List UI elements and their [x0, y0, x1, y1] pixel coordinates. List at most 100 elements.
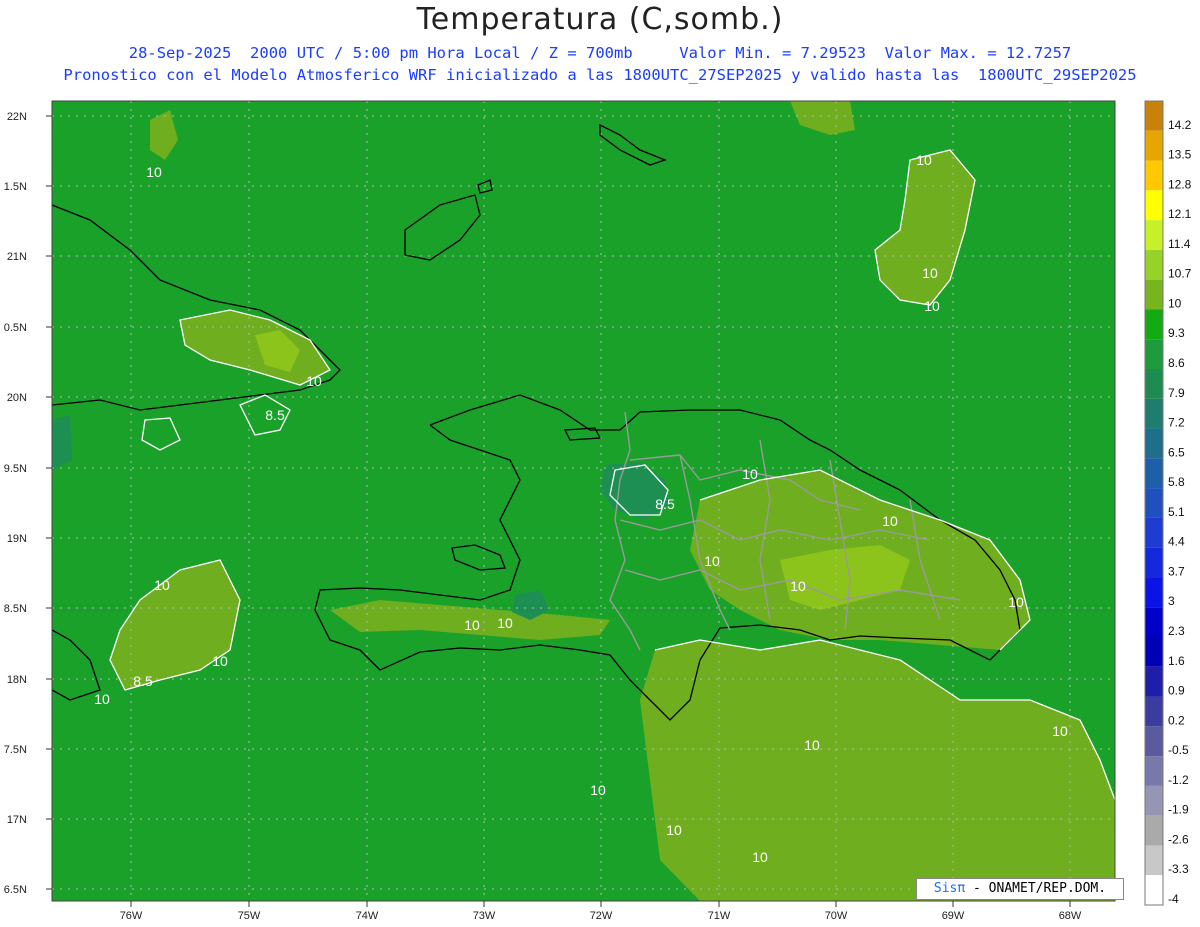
lon-label: 72W — [590, 910, 613, 922]
colorbar-swatch — [1145, 815, 1163, 846]
lon-label: 68W — [1059, 910, 1082, 922]
latitude-axis: 22N 1.5N 21N 0.5N 20N 9.5N 19N 8.5N 18N 7.5N 17N 6.… — [4, 111, 52, 896]
colorbar-label: 11.4 — [1168, 237, 1191, 251]
lat-label: 18N — [7, 674, 27, 686]
colorbar-label: 2.3 — [1168, 624, 1185, 638]
lon-label: 71W — [708, 910, 731, 922]
colorbar-label: 13.5 — [1168, 148, 1192, 162]
colorbar-label: 6.5 — [1168, 445, 1185, 459]
longitude-axis: 76W 75W 74W 73W 72W 71W 70W 69W 68W — [120, 901, 1082, 922]
lon-label: 73W — [473, 910, 496, 922]
lat-label: 22N — [7, 111, 27, 123]
colorbar-label: 7.2 — [1168, 416, 1185, 430]
contour-label: 10 — [882, 513, 898, 529]
colorbar-swatch — [1145, 249, 1163, 280]
colorbar-swatch — [1145, 130, 1163, 161]
lat-label: 19N — [7, 533, 27, 545]
credit-text: - ONAMET/REP.DOM. — [965, 881, 1107, 896]
contour-label: 10 — [666, 822, 682, 838]
contour-label: 10 — [464, 617, 480, 633]
colorbar-label: -2.6 — [1168, 832, 1189, 846]
colorbar-swatch — [1145, 398, 1163, 429]
lon-label: 74W — [356, 910, 379, 922]
contour-label: 10 — [306, 373, 322, 389]
colorbar-swatch — [1145, 339, 1163, 369]
colorbar-label: -1.2 — [1168, 773, 1189, 787]
colorbar-swatch — [1145, 279, 1163, 310]
lon-label: 69W — [942, 910, 965, 922]
lat-label: 20N — [7, 392, 27, 404]
colorbar-label: 12.1 — [1168, 207, 1192, 221]
lat-label: 7.5N — [4, 744, 27, 756]
colorbar-label: 7.9 — [1168, 386, 1185, 400]
contour-label: 10 — [916, 152, 932, 168]
colorbar-label: 4.4 — [1168, 535, 1185, 549]
contour-label: 10 — [790, 578, 806, 594]
colorbar-label: -4 — [1168, 892, 1179, 906]
map-panel: 10 10 10 10 10 8.5 8.5 10 10 10 10 10 10 10 10 10 8.5 10 1… — [51, 100, 1116, 902]
lat-label: 21N — [7, 251, 27, 263]
colorbar-label: 5.8 — [1168, 475, 1185, 489]
temperature-map: 10 10 10 10 10 8.5 8.5 10 10 10 10 10 10 10 10 10 8.5 10 1… — [4, 100, 1192, 922]
contour-label: 10 — [212, 653, 228, 669]
colorbar-swatch — [1145, 309, 1163, 340]
colorbar-label: -3.3 — [1168, 862, 1189, 876]
contour-label: 10 — [1052, 723, 1068, 739]
colorbar-label: 14.2 — [1168, 118, 1192, 132]
colorbar-label: 3.7 — [1168, 564, 1185, 578]
colorbar-swatch — [1145, 190, 1163, 221]
colorbar-swatch — [1145, 369, 1163, 399]
colorbar-swatch — [1145, 428, 1163, 459]
colorbar-label: -1.9 — [1168, 803, 1189, 817]
contour-label: 8.5 — [133, 673, 153, 689]
colorbar-label: 0.2 — [1168, 713, 1185, 727]
contour-label: 10 — [742, 466, 758, 482]
colorbar-swatch — [1145, 577, 1163, 608]
colorbar-label: -0.5 — [1168, 743, 1189, 757]
colorbar-swatch — [1145, 488, 1163, 518]
contour-label: 10 — [804, 737, 820, 753]
lat-label: 9.5N — [4, 463, 27, 475]
contour-label: 10 — [497, 615, 513, 631]
colorbar-label: 10.7 — [1168, 267, 1192, 281]
contour-label: 10 — [590, 782, 606, 798]
colorbar-swatch — [1145, 845, 1163, 876]
colorbar-swatch — [1145, 458, 1163, 489]
colorbar: 14.2 13.5 12.8 12.1 11.4 10.7 10 9.3 8.6 7.9 7.2 6.… — [1144, 100, 1192, 906]
contour-label: 8.5 — [265, 407, 285, 423]
credit-brand: Sisπ — [933, 881, 966, 896]
colorbar-swatch — [1145, 756, 1163, 786]
credit-box: Sisπ - ONAMET/REP.DOM. — [916, 878, 1124, 900]
colorbar-swatch — [1145, 785, 1163, 816]
contour-label: 10 — [924, 298, 940, 314]
colorbar-label: 1.6 — [1168, 654, 1185, 668]
colorbar-label: 0.9 — [1168, 684, 1185, 698]
contour-label: 10 — [1008, 594, 1024, 610]
colorbar-label: 3 — [1168, 594, 1175, 608]
colorbar-swatch — [1145, 547, 1163, 578]
colorbar-swatch — [1145, 666, 1163, 697]
colorbar-swatch — [1145, 101, 1163, 131]
contour-label: 8.5 — [655, 496, 675, 512]
colorbar-label: 12.8 — [1168, 177, 1192, 191]
colorbar-label: 10 — [1168, 296, 1182, 310]
contour-label: 10 — [154, 577, 170, 593]
lat-label: 6.5N — [4, 884, 27, 896]
lat-label: 1.5N — [4, 181, 27, 193]
contour-label: 10 — [94, 691, 110, 707]
contour-label: 10 — [922, 265, 938, 281]
contour-label: 10 — [146, 164, 162, 180]
lon-label: 70W — [825, 910, 848, 922]
colorbar-swatch — [1145, 726, 1163, 757]
lat-label: 17N — [7, 814, 27, 826]
colorbar-swatch — [1145, 696, 1163, 727]
lat-label: 8.5N — [4, 603, 27, 615]
lon-label: 76W — [120, 910, 143, 922]
colorbar-swatch — [1145, 160, 1163, 191]
colorbar-label: 5.1 — [1168, 505, 1185, 519]
contour-label: 10 — [704, 553, 720, 569]
colorbar-swatch — [1145, 875, 1163, 905]
colorbar-swatch — [1145, 637, 1163, 667]
colorbar-label: 9.3 — [1168, 326, 1185, 340]
lon-label: 75W — [238, 910, 261, 922]
